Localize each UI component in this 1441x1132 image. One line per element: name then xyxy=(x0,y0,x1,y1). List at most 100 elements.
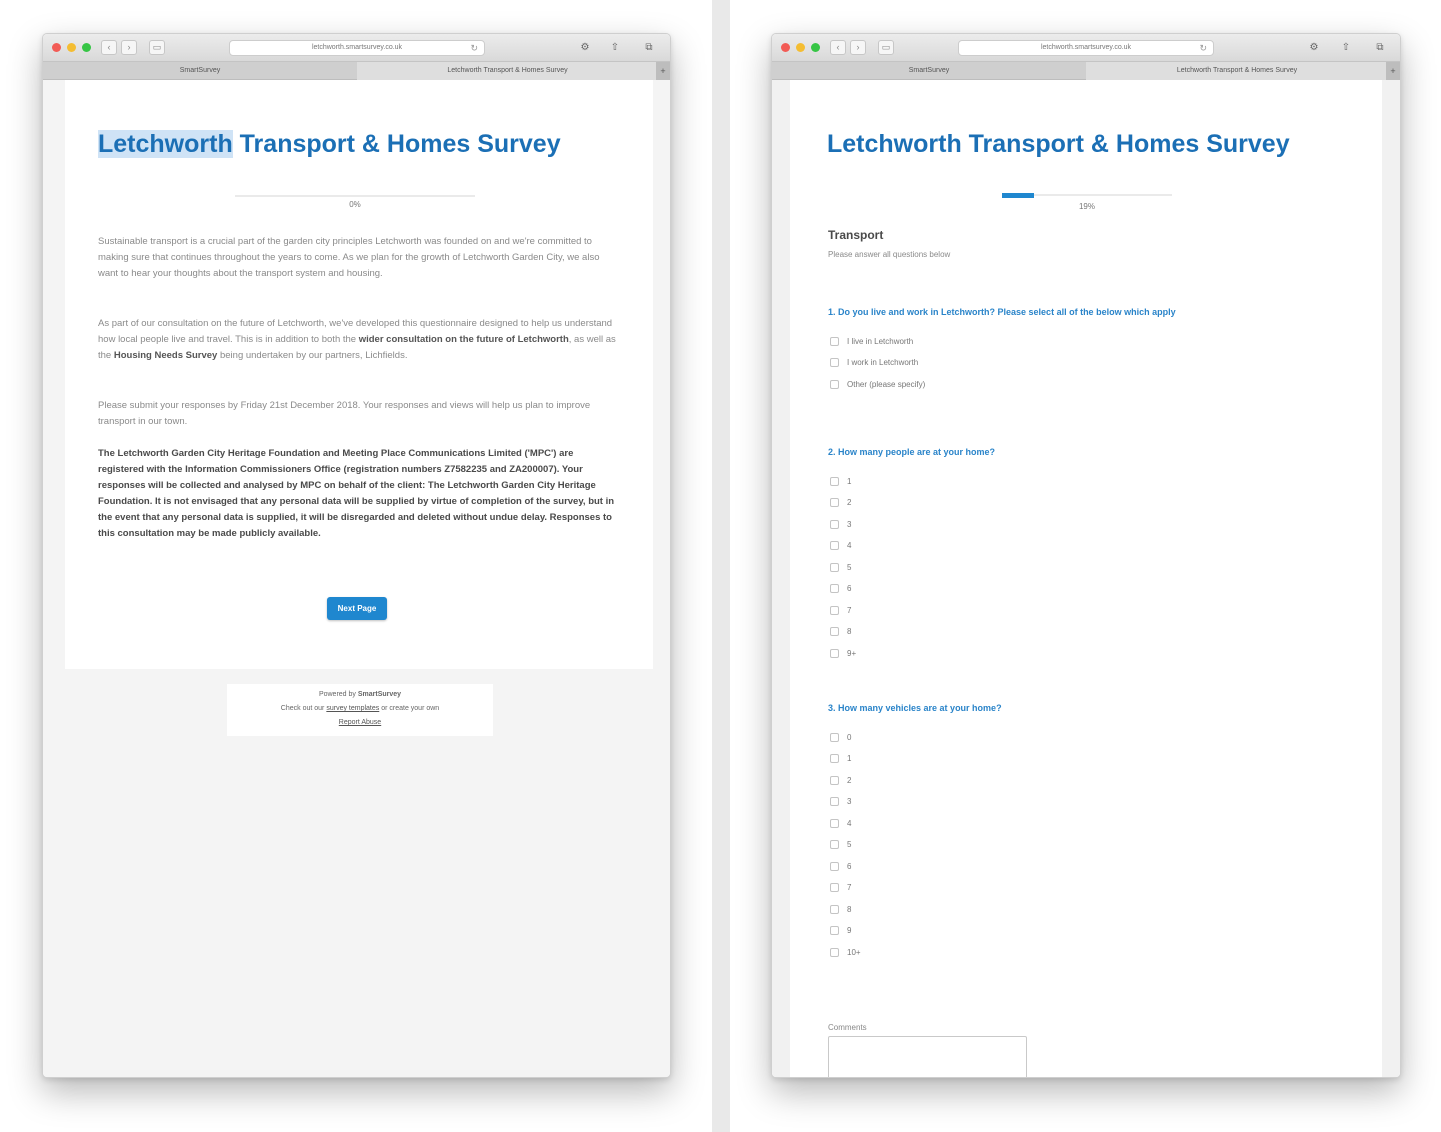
wider-consultation-link[interactable]: wider consultation on the future of Letc… xyxy=(359,334,569,345)
checkbox-label: I work in Letchworth xyxy=(847,358,919,367)
close-window-icon[interactable] xyxy=(52,43,61,52)
checkbox-option[interactable]: 6 xyxy=(830,583,851,595)
checkbox[interactable] xyxy=(830,947,839,957)
checkbox[interactable] xyxy=(830,797,839,806)
sidebar-icon[interactable]: ▭ xyxy=(149,40,165,55)
tab-smartsurvey[interactable]: SmartSurvey xyxy=(43,62,357,80)
checkbox-option[interactable]: 3 xyxy=(830,518,851,530)
checkbox-option[interactable]: 4 xyxy=(830,817,851,829)
browser-toolbar: ‹ › ▭ letchworth.smartsurvey.co.uk ↻ ⚙ ⇧… xyxy=(772,34,1400,62)
checkbox[interactable] xyxy=(830,562,839,572)
checkbox-option[interactable]: 10+ xyxy=(830,946,861,958)
share-icon[interactable]: ⇧ xyxy=(607,40,623,55)
checkbox[interactable] xyxy=(830,498,839,507)
survey-footer: Powered by SmartSurvey Check out our sur… xyxy=(227,684,493,736)
browser-window-questions: ‹ › ▭ letchworth.smartsurvey.co.uk ↻ ⚙ ⇧… xyxy=(771,33,1401,1078)
checkbox[interactable] xyxy=(830,379,839,389)
housing-needs-survey-link[interactable]: Housing Needs Survey xyxy=(114,350,217,361)
checkbox-option[interactable]: 0 xyxy=(830,731,851,743)
address-bar[interactable]: letchworth.smartsurvey.co.uk ↻ xyxy=(229,40,485,56)
address-bar-url: letchworth.smartsurvey.co.uk xyxy=(1040,44,1132,51)
checkbox[interactable] xyxy=(830,605,839,615)
new-tab-icon[interactable]: + xyxy=(656,62,670,80)
checkbox[interactable] xyxy=(830,861,839,871)
checkbox-option[interactable]: 3 xyxy=(830,796,851,808)
checkbox[interactable] xyxy=(830,541,839,550)
maximize-window-icon[interactable] xyxy=(811,43,820,52)
checkbox-option[interactable]: 5 xyxy=(830,561,851,573)
checkbox-option[interactable]: 8 xyxy=(830,626,851,638)
checkbox[interactable] xyxy=(830,476,839,486)
checkbox-option[interactable]: 6 xyxy=(830,860,851,872)
checkbox-label: 2 xyxy=(847,498,852,507)
checkbox-label: 8 xyxy=(847,627,852,636)
page-margin-right xyxy=(1382,80,1400,1077)
checkbox[interactable] xyxy=(830,904,839,914)
checkbox[interactable] xyxy=(830,883,839,892)
checkbox-option[interactable]: 9 xyxy=(830,925,851,937)
checkbox-option[interactable]: 9+ xyxy=(830,647,856,659)
reload-icon[interactable]: ↻ xyxy=(1199,41,1207,55)
smartsurvey-brand[interactable]: SmartSurvey xyxy=(358,691,401,698)
checkbox-label: 10+ xyxy=(847,947,861,957)
sidebar-icon[interactable]: ▭ xyxy=(878,40,894,55)
checkbox-option[interactable]: Other (please specify) xyxy=(830,378,925,390)
settings-icon[interactable]: ⚙ xyxy=(1306,40,1322,55)
forward-arrow-icon[interactable]: › xyxy=(850,40,866,55)
checkbox[interactable] xyxy=(830,519,839,529)
checkbox-option[interactable]: 7 xyxy=(830,604,851,616)
question-2: 2. How many people are at your home? xyxy=(828,447,996,457)
checkbox[interactable] xyxy=(830,732,839,742)
back-arrow-icon[interactable]: ‹ xyxy=(101,40,117,55)
checkbox-label: 0 xyxy=(847,732,852,742)
checkbox-label: 7 xyxy=(847,883,852,892)
back-arrow-icon[interactable]: ‹ xyxy=(830,40,846,55)
checkbox-option[interactable]: 1 xyxy=(830,753,851,765)
tabs-overview-icon[interactable]: ⧉ xyxy=(1372,40,1388,55)
checkbox-option[interactable]: 5 xyxy=(830,839,851,851)
checkbox-option[interactable]: 2 xyxy=(830,497,851,509)
intro-page: Letchworth Transport & Homes Survey 0% S… xyxy=(43,80,670,1077)
checkbox-label: 3 xyxy=(847,797,852,806)
maximize-window-icon[interactable] xyxy=(82,43,91,52)
address-bar[interactable]: letchworth.smartsurvey.co.uk ↻ xyxy=(958,40,1214,56)
checkbox-option[interactable]: 7 xyxy=(830,882,851,894)
checkbox-option[interactable]: 2 xyxy=(830,774,851,786)
checkbox[interactable] xyxy=(830,754,839,763)
checkbox[interactable] xyxy=(830,926,839,935)
forward-arrow-icon[interactable]: › xyxy=(121,40,137,55)
settings-icon[interactable]: ⚙ xyxy=(577,40,593,55)
share-icon[interactable]: ⇧ xyxy=(1338,40,1354,55)
new-tab-icon[interactable]: + xyxy=(1386,62,1400,80)
checkbox[interactable] xyxy=(830,336,839,346)
browser-window-intro: ‹ › ▭ letchworth.smartsurvey.co.uk ↻ ⚙ ⇧… xyxy=(42,33,671,1078)
survey-templates-link[interactable]: survey templates xyxy=(326,705,379,712)
checkbox-option[interactable]: I work in Letchworth xyxy=(830,357,918,369)
checkbox-option[interactable]: 8 xyxy=(830,903,851,915)
tab-survey[interactable]: Letchworth Transport & Homes Survey xyxy=(1086,62,1388,80)
tab-survey[interactable]: Letchworth Transport & Homes Survey xyxy=(357,62,658,80)
checkbox[interactable] xyxy=(830,818,839,828)
page-margin-left xyxy=(772,80,790,1077)
checkbox[interactable] xyxy=(830,584,839,593)
checkbox-label: 2 xyxy=(847,775,852,785)
checkbox[interactable] xyxy=(830,648,839,658)
minimize-window-icon[interactable] xyxy=(67,43,76,52)
minimize-window-icon[interactable] xyxy=(796,43,805,52)
checkbox-option[interactable]: 1 xyxy=(830,475,851,487)
checkbox-option[interactable]: 4 xyxy=(830,540,851,552)
next-page-button[interactable]: Next Page xyxy=(327,597,387,620)
powered-by-text: Powered by xyxy=(318,691,356,698)
checkbox[interactable] xyxy=(830,627,839,636)
checkbox[interactable] xyxy=(830,775,839,785)
checkbox[interactable] xyxy=(830,840,839,849)
screenshot-divider xyxy=(712,0,730,1132)
report-abuse-link[interactable]: Report Abuse xyxy=(339,719,381,726)
tab-smartsurvey[interactable]: SmartSurvey xyxy=(772,62,1086,80)
checkbox-option[interactable]: I live in Letchworth xyxy=(830,335,913,347)
comments-textarea[interactable] xyxy=(828,1036,1027,1077)
tabs-overview-icon[interactable]: ⧉ xyxy=(641,40,657,55)
close-window-icon[interactable] xyxy=(781,43,790,52)
checkbox[interactable] xyxy=(830,358,839,367)
reload-icon[interactable]: ↻ xyxy=(470,41,478,55)
